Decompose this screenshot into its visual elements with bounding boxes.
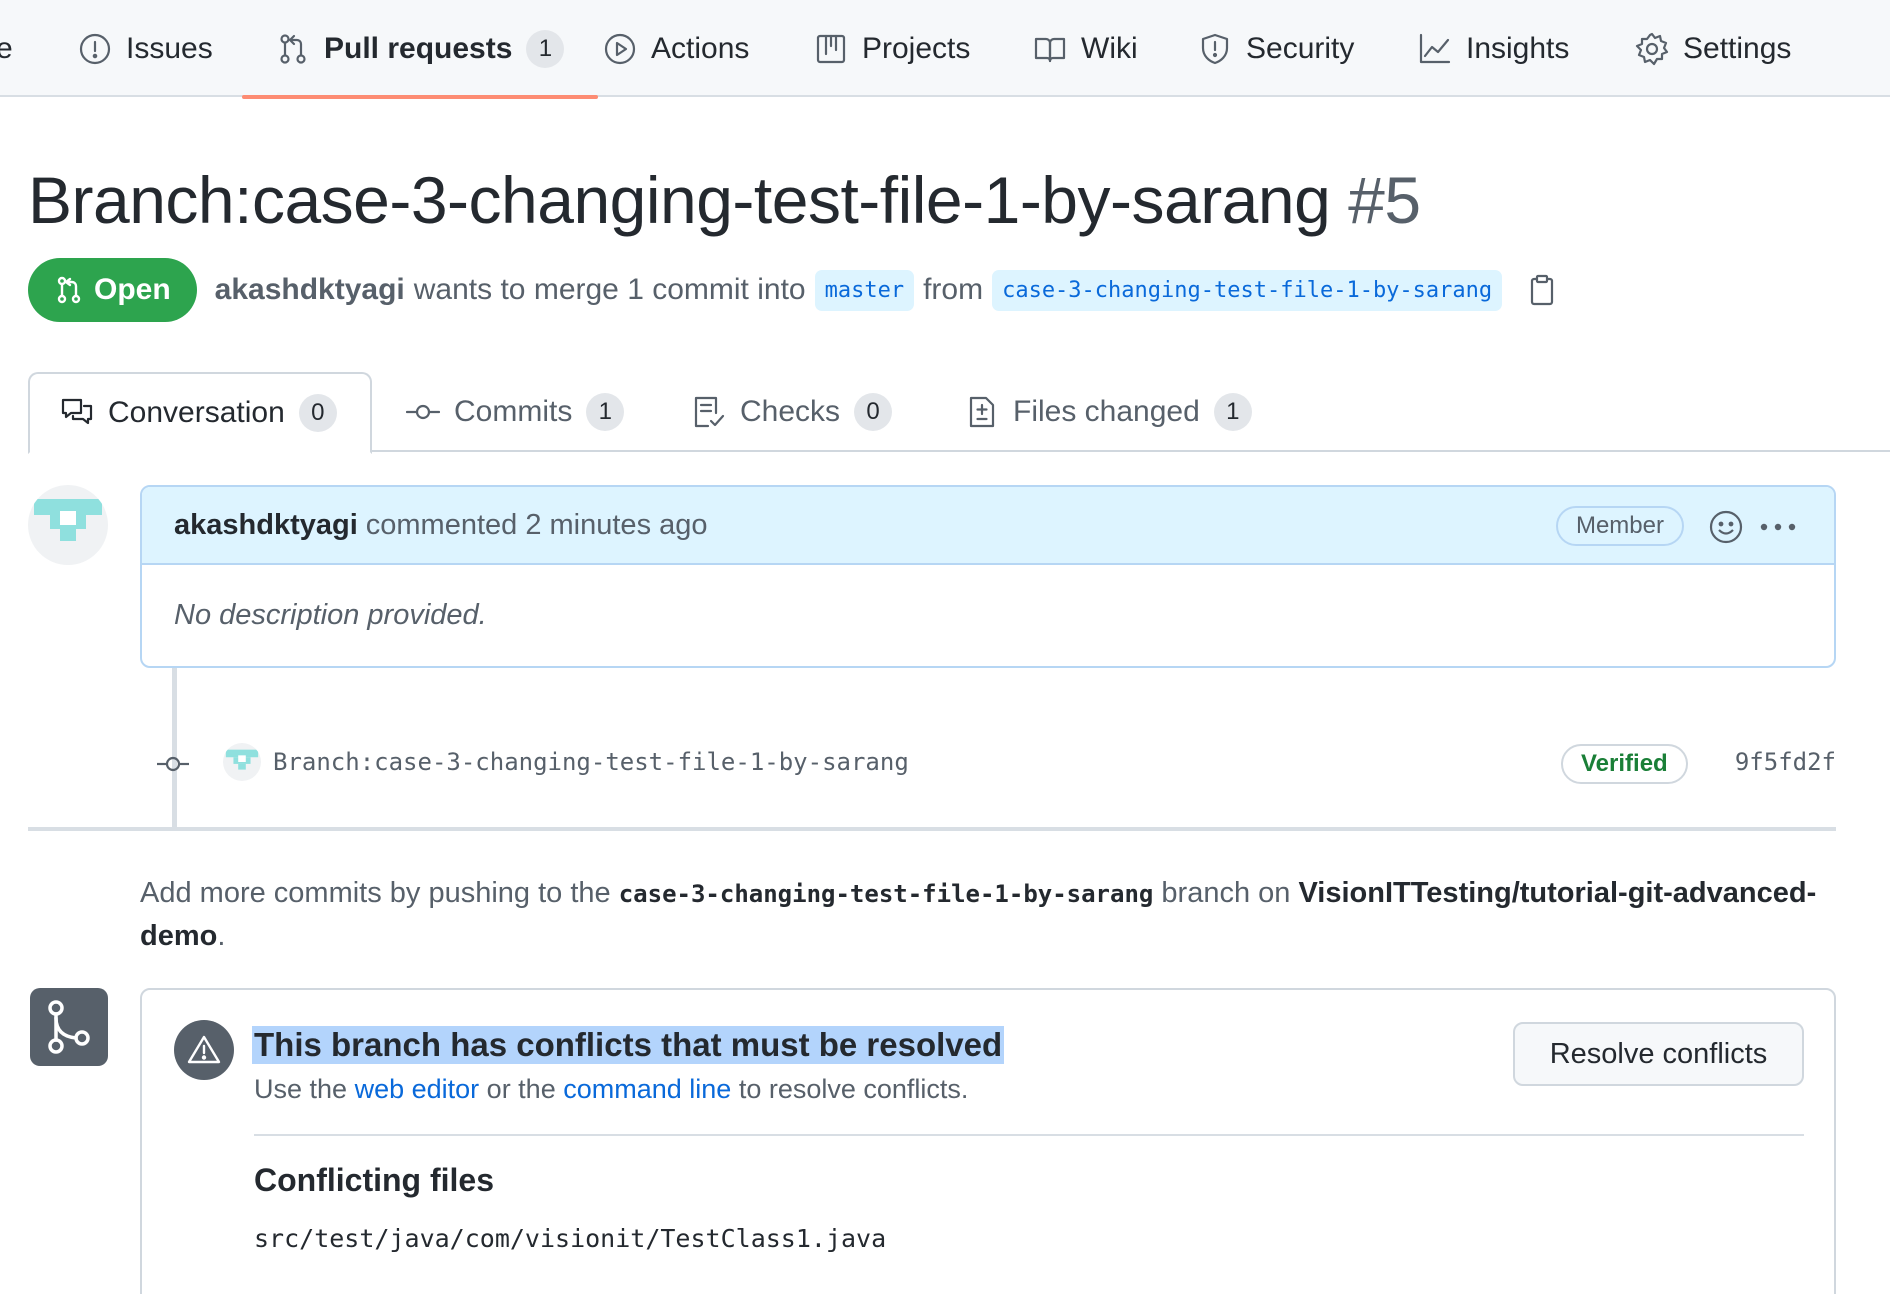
conflict-title: This branch has conflicts that must be r…: [252, 1026, 1005, 1064]
commit-message-link[interactable]: Branch:case-3-changing-test-file-1-by-sa…: [273, 748, 909, 776]
tab-commits[interactable]: Commits 1: [406, 372, 625, 452]
pr-number: #5: [1348, 163, 1421, 237]
web-editor-link[interactable]: web editor: [355, 1074, 480, 1104]
shield-icon: [1201, 33, 1229, 64]
nav-item-wiki[interactable]: Wiki: [1033, 0, 1138, 97]
pr-tabs: Conversation 0 Commits 1 Checks 0 Files …: [28, 372, 1890, 454]
comment-author-link[interactable]: akashdktyagi: [174, 509, 358, 542]
merge-status-icon: [30, 988, 108, 1066]
tab-label: Checks: [740, 395, 841, 428]
nav-item-settings[interactable]: Settings: [1635, 0, 1791, 97]
alert-icon-circle: [174, 1020, 234, 1080]
smiley-icon[interactable]: [1708, 509, 1744, 545]
copy-icon[interactable]: [1525, 273, 1559, 307]
identicon-avatar: [34, 499, 102, 541]
comment-timestamp[interactable]: commented 2 minutes ago: [366, 509, 708, 542]
push-hint-prefix: Add more commits by pushing to the: [140, 877, 611, 909]
tab-count: 0: [298, 394, 337, 432]
push-hint-middle: branch on: [1161, 877, 1291, 909]
nav-item-label: Settings: [1683, 31, 1792, 65]
comment-header: akashdktyagi commented 2 minutes ago Mem…: [142, 487, 1834, 565]
gear-icon: [1635, 32, 1669, 65]
role-badge: Member: [1555, 506, 1684, 546]
play-icon: [604, 33, 636, 64]
file-diff-icon: [969, 396, 995, 428]
state-label: Open: [94, 273, 171, 306]
tab-count: 1: [586, 393, 625, 431]
command-line-link[interactable]: command line: [563, 1074, 731, 1104]
merge-text: wants to merge 1 commit into: [413, 273, 806, 306]
git-branch-icon: [48, 1000, 90, 1054]
push-hint-branch: case-3-changing-test-file-1-by-sarang: [618, 880, 1154, 908]
conflict-sub-middle: or the: [486, 1074, 556, 1104]
head-branch[interactable]: case-3-changing-test-file-1-by-sarang: [992, 269, 1503, 311]
push-hint-suffix: .: [217, 920, 226, 952]
merge-box: This branch has conflicts that must be r…: [140, 988, 1836, 1294]
issue-opened-icon: [79, 33, 111, 64]
comment-body: No description provided.: [174, 599, 487, 631]
comment-discussion-icon: [61, 398, 93, 425]
state-badge: Open: [28, 258, 197, 322]
nav-item-label: Insights: [1466, 31, 1570, 65]
conflict-sub-suffix: to resolve conflicts.: [738, 1074, 969, 1104]
nav-item-pull-requests[interactable]: Pull requests 1: [241, 0, 599, 99]
nav-item-security[interactable]: Security: [1198, 0, 1354, 97]
base-branch[interactable]: master: [814, 269, 915, 311]
nav-item-insights[interactable]: Insights: [1418, 0, 1569, 97]
tab-label: Files changed: [1013, 395, 1200, 428]
avatar[interactable]: [28, 485, 108, 565]
pull-requests-count: 1: [526, 29, 565, 68]
git-commit-icon: [406, 404, 440, 420]
comment-box: akashdktyagi commented 2 minutes ago Mem…: [140, 485, 1836, 668]
tab-files-changed[interactable]: Files changed 1: [965, 372, 1252, 452]
page-title: Branch:case-3-changing-test-file-1-by-sa…: [28, 162, 1421, 238]
nav-item-label: Wiki: [1081, 31, 1138, 65]
pr-title-text: Branch:case-3-changing-test-file-1-by-sa…: [28, 163, 1331, 237]
kebab-horizontal-icon[interactable]: [1758, 511, 1798, 543]
alert-icon: [187, 1035, 221, 1064]
commit-row: Branch:case-3-changing-test-file-1-by-sa…: [155, 740, 1836, 788]
conflict-sub-prefix: Use the: [254, 1074, 348, 1104]
from-text: from: [923, 273, 984, 306]
tab-conversation[interactable]: Conversation 0: [28, 372, 372, 454]
nav-item-label: Pull requests: [324, 31, 513, 65]
nav-item-issues[interactable]: Issues: [78, 0, 213, 97]
nav-item-label: Security: [1246, 31, 1355, 65]
merge-box-divider: [254, 1134, 1804, 1136]
tab-count: 1: [1213, 393, 1252, 431]
repo-nav: e Issues Pull requests 1 Actions Project…: [0, 0, 1890, 99]
tab-count: 0: [854, 393, 893, 431]
nav-item-label: Actions: [651, 31, 750, 65]
nav-item-projects[interactable]: Projects: [814, 0, 970, 97]
git-pull-request-icon: [57, 276, 81, 304]
conflict-subtitle: Use the web editor or the command line t…: [254, 1074, 968, 1105]
tab-checks[interactable]: Checks 0: [692, 372, 893, 452]
graph-icon: [1419, 33, 1451, 63]
table-icon: [816, 34, 846, 63]
timeline-divider: [28, 827, 1836, 831]
nav-item-actions[interactable]: Actions: [603, 0, 749, 97]
nav-item-label: Projects: [862, 31, 971, 65]
conflicting-file-path[interactable]: src/test/java/com/visionit/TestClass1.ja…: [254, 1224, 886, 1253]
pr-meta: Open akashdktyagi wants to merge 1 commi…: [28, 258, 1559, 322]
book-icon: [1034, 37, 1066, 62]
tab-label: Commits: [454, 395, 573, 428]
git-pull-request-icon: [280, 33, 306, 64]
checklist-icon: [694, 396, 725, 428]
push-hint: Add more commits by pushing to the case-…: [140, 872, 1840, 957]
commit-sha-link[interactable]: 9f5fd2f: [1735, 748, 1836, 776]
commit-author-avatar[interactable]: [223, 743, 261, 781]
nav-item-code-partial[interactable]: e: [0, 0, 13, 97]
git-commit-icon: [157, 756, 189, 772]
identicon-avatar: [225, 749, 259, 770]
tab-label: Conversation: [108, 396, 285, 429]
pr-author-link[interactable]: akashdktyagi: [215, 273, 405, 307]
nav-item-label: e: [0, 31, 13, 65]
verified-badge[interactable]: Verified: [1561, 744, 1688, 784]
nav-item-label: Issues: [126, 31, 213, 65]
conflicting-files-heading: Conflicting files: [254, 1162, 494, 1198]
resolve-conflicts-button[interactable]: Resolve conflicts: [1513, 1022, 1804, 1086]
